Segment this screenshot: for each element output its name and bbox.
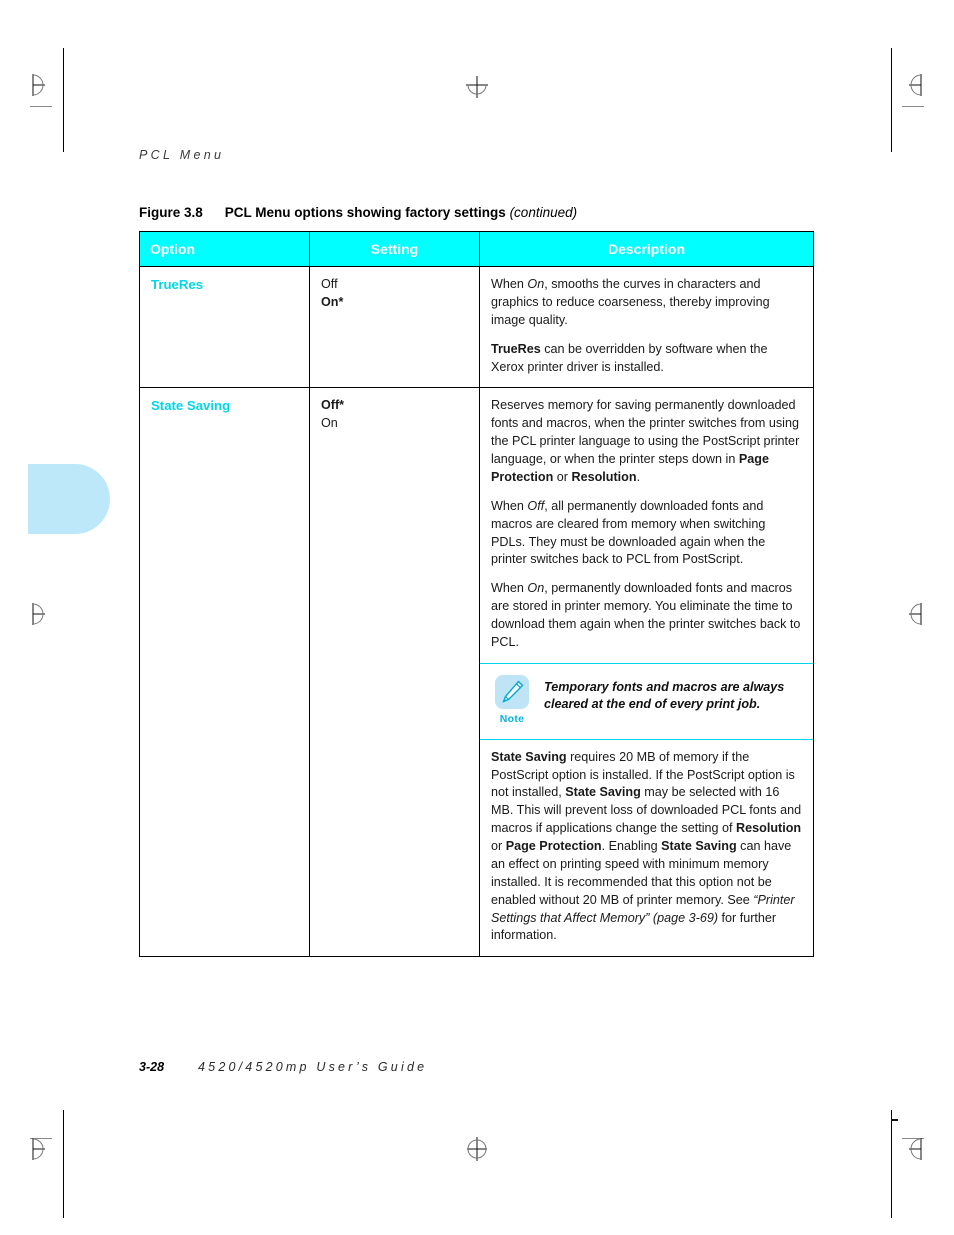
registration-mark-mid-right — [909, 603, 922, 625]
figure-continued-label: (continued) — [509, 205, 578, 220]
description-paragraph: TrueRes can be overridden by software wh… — [491, 341, 768, 374]
footer-guide-title: 4520/4520mp User’s Guide — [198, 1060, 428, 1074]
registration-mark-bottom-left — [32, 1138, 45, 1160]
registration-mark-top-right — [909, 74, 922, 96]
description-paragraph: When On, smooths the curves in character… — [491, 277, 770, 327]
table-header-row: Option Setting Description — [139, 231, 814, 267]
cell-description: Reserves memory for saving permanently d… — [479, 387, 814, 958]
pcl-menu-options-table: Option Setting Description TrueRes Off O… — [139, 231, 814, 958]
trim-line-right-bottom — [891, 1110, 892, 1218]
registration-mark-bottom-center — [467, 1137, 487, 1161]
trim-line-left-top — [63, 48, 64, 152]
description-segment-top: Reserves memory for saving permanently d… — [480, 388, 813, 662]
figure-number: Figure 3.8 — [139, 205, 203, 220]
note-label: Note — [499, 712, 525, 725]
description-segment-bottom: State Saving requires 20 MB of memory if… — [480, 740, 813, 957]
setting-value-default: On* — [321, 294, 344, 309]
trim-line-right-top — [891, 48, 892, 152]
registration-mark-top-center — [466, 76, 488, 98]
setting-value: Off — [321, 277, 338, 291]
trim-line-left-bottom — [63, 1110, 64, 1218]
option-name: State Saving — [151, 398, 231, 414]
cell-option: TrueRes — [139, 265, 310, 389]
running-head: PCL Menu — [139, 148, 225, 162]
registration-mark-mid-left — [32, 603, 45, 625]
option-name: TrueRes — [151, 277, 204, 292]
description-paragraph: Reserves memory for saving permanently d… — [491, 398, 800, 484]
figure-title: PCL Menu options showing factory setting… — [224, 205, 506, 220]
column-header-option: Option — [139, 231, 310, 267]
trim-tick-top-right — [902, 106, 924, 107]
table-row: TrueRes Off On* When On, smooths the cur… — [139, 265, 814, 389]
pencil-icon — [495, 674, 529, 709]
cell-setting: Off On* — [309, 265, 480, 389]
setting-value: On — [321, 416, 338, 431]
note-callout: Note Temporary fonts and macros are alwa… — [480, 662, 813, 740]
note-text: Temporary fonts and macros are always cl… — [544, 679, 785, 712]
description-paragraph: When On, permanently downloaded fonts an… — [491, 581, 801, 649]
column-header-description: Description — [479, 231, 814, 267]
note-badge: Note — [491, 674, 533, 727]
figure-caption: Figure 3.8 PCL Menu options showing facto… — [139, 205, 577, 220]
setting-value-default: Off* — [321, 398, 345, 413]
registration-mark-top-left — [32, 74, 45, 96]
column-header-setting: Setting — [309, 231, 480, 267]
cell-setting: Off* On — [309, 387, 480, 958]
registration-mark-bottom-right — [909, 1138, 922, 1160]
corner-crop-mark-bottom-right — [891, 1113, 898, 1121]
cell-option: State Saving — [139, 387, 310, 958]
page-footer: 3-28 4520/4520mp User’s Guide — [139, 1060, 427, 1074]
cell-description: When On, smooths the curves in character… — [479, 265, 814, 389]
description-paragraph: State Saving requires 20 MB of memory if… — [491, 749, 802, 943]
trim-tick-top-left — [30, 106, 52, 107]
table-row: State Saving Off* On Reserves memory for… — [139, 387, 814, 958]
document-page: PCL Menu Figure 3.8 PCL Menu options show… — [0, 0, 954, 1235]
description-stack: Reserves memory for saving permanently d… — [480, 388, 813, 956]
description-paragraph: When Off, all permanently downloaded fon… — [491, 498, 766, 567]
chapter-thumb-tab — [28, 464, 110, 534]
footer-page-number: 3-28 — [139, 1060, 165, 1074]
table-body: TrueRes Off On* When On, smooths the cur… — [139, 265, 814, 958]
